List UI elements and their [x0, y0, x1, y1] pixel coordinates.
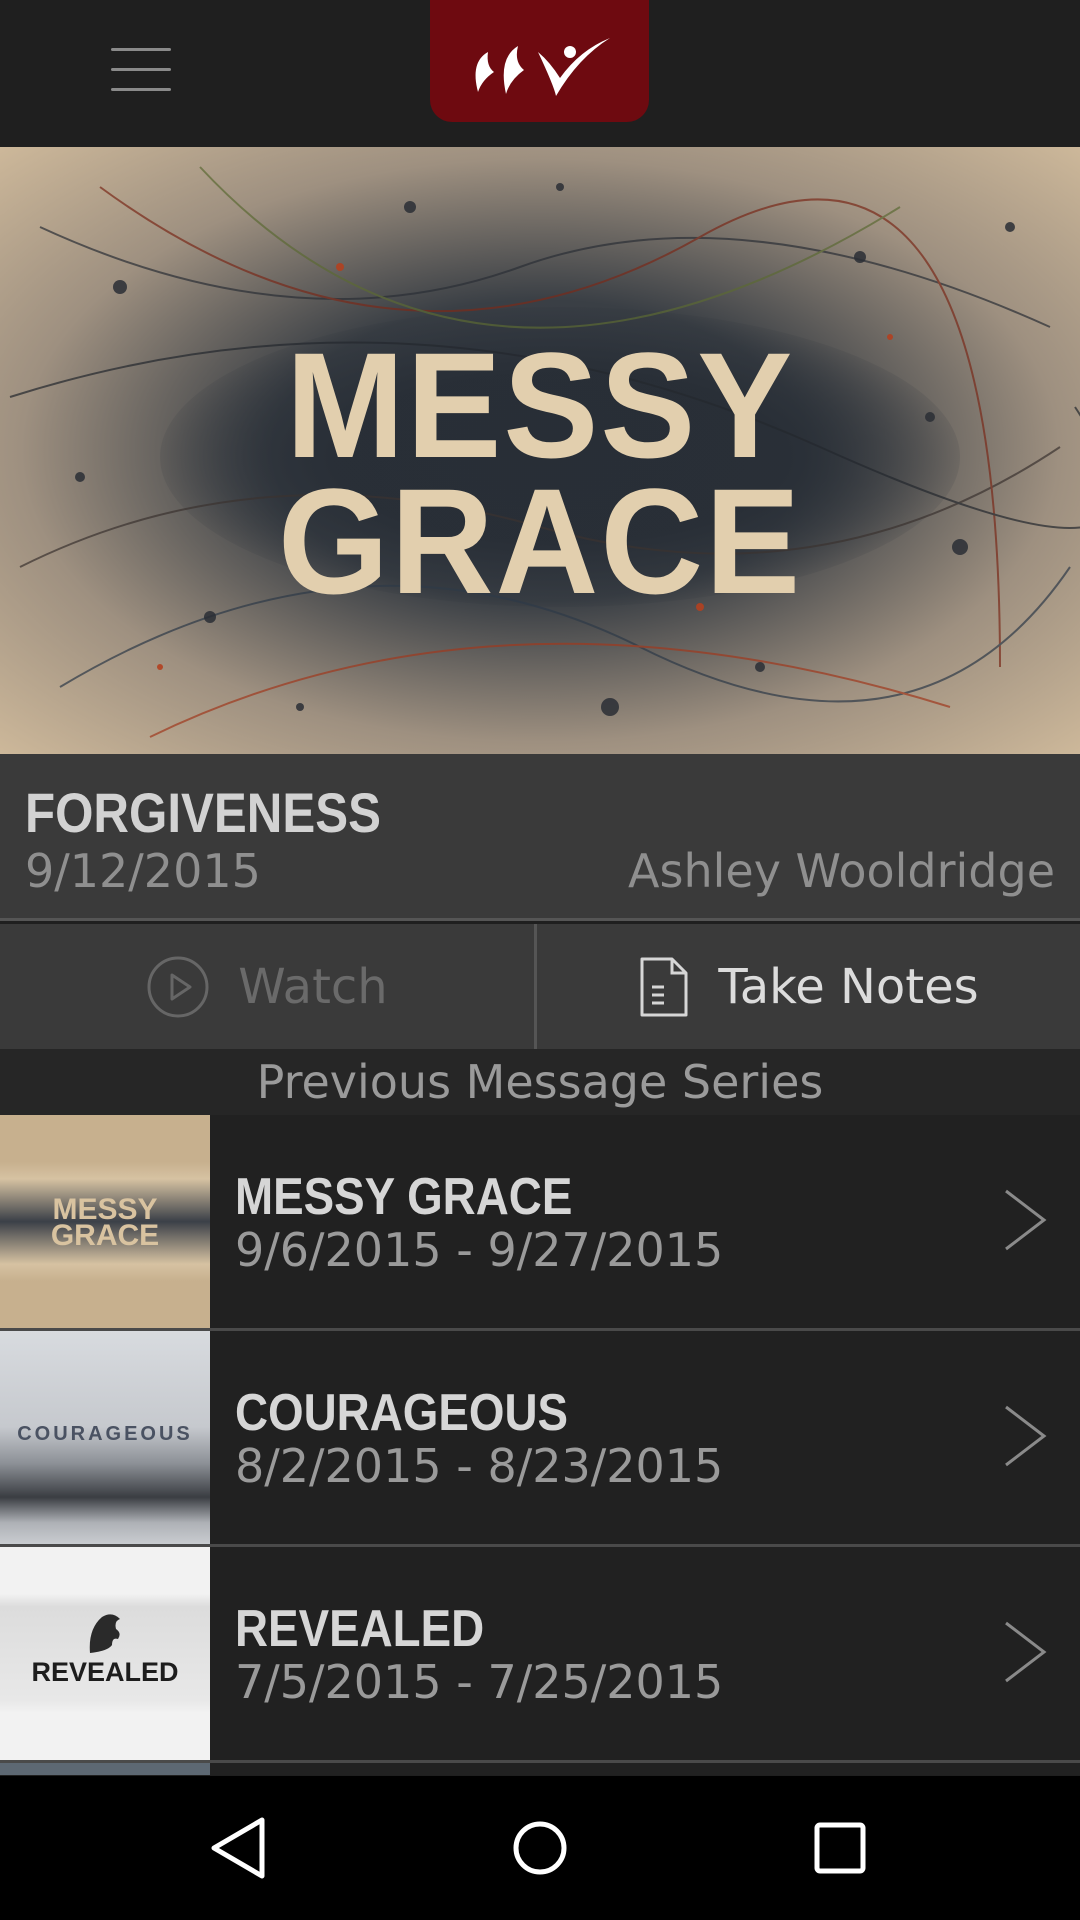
series-hero-image: MESSY GRACE — [0, 147, 1080, 754]
home-circle-icon[interactable] — [500, 1808, 580, 1888]
document-icon — [640, 957, 688, 1016]
series-dates: 9/6/2015 - 9/27/2015 — [235, 1223, 724, 1277]
series-title: MESSY GRACE — [235, 1168, 573, 1226]
back-triangle-icon[interactable] — [200, 1808, 280, 1888]
ccv-logo-icon[interactable] — [430, 0, 649, 122]
series-thumbnail: MESSY GRACE — [0, 1115, 210, 1328]
take-notes-button[interactable]: Take Notes — [537, 924, 1080, 1049]
series-item-partial[interactable] — [0, 1763, 1080, 1775]
series-thumbnail — [0, 1763, 210, 1775]
previous-series-list: MESSY GRACE MESSY GRACE 9/6/2015 - 9/27/2… — [0, 1115, 1080, 1775]
series-thumbnail: REVEALED — [0, 1547, 210, 1760]
recents-square-icon[interactable] — [800, 1808, 880, 1888]
watch-button[interactable]: Watch — [0, 924, 534, 1049]
watch-label: Watch — [238, 958, 388, 1015]
system-navigation-bar — [0, 1776, 1080, 1920]
message-actions: Watch Take Notes — [0, 924, 1080, 1049]
series-item-courageous[interactable]: COURAGEOUS COURAGEOUS 8/2/2015 - 8/23/20… — [0, 1331, 1080, 1547]
take-notes-label: Take Notes — [718, 958, 979, 1015]
chevron-right-icon — [1005, 1621, 1047, 1683]
hero-artwork-title: MESSY GRACE — [277, 321, 803, 625]
current-message-info: FORGIVENESS 9/12/2015 Ashley Wooldridge — [0, 754, 1080, 921]
series-item-revealed[interactable]: REVEALED REVEALED 7/5/2015 - 7/25/2015 — [0, 1547, 1080, 1763]
message-title: FORGIVENESS — [25, 781, 381, 844]
play-circle-icon — [147, 956, 209, 1017]
series-title: REVEALED — [235, 1600, 485, 1658]
message-date: 9/12/2015 — [25, 844, 261, 898]
app-header — [0, 0, 1080, 147]
series-title: COURAGEOUS — [235, 1384, 569, 1442]
previous-series-heading: Previous Message Series — [0, 1049, 1080, 1115]
series-thumbnail: COURAGEOUS — [0, 1331, 210, 1544]
chevron-right-icon — [1005, 1189, 1047, 1251]
message-speaker: Ashley Wooldridge — [628, 844, 1055, 898]
hamburger-menu-icon[interactable] — [108, 48, 174, 92]
series-item-messy-grace[interactable]: MESSY GRACE MESSY GRACE 9/6/2015 - 9/27/2… — [0, 1115, 1080, 1331]
series-dates: 7/5/2015 - 7/25/2015 — [235, 1655, 724, 1709]
series-dates: 8/2/2015 - 8/23/2015 — [235, 1439, 724, 1493]
chevron-right-icon — [1005, 1405, 1047, 1467]
